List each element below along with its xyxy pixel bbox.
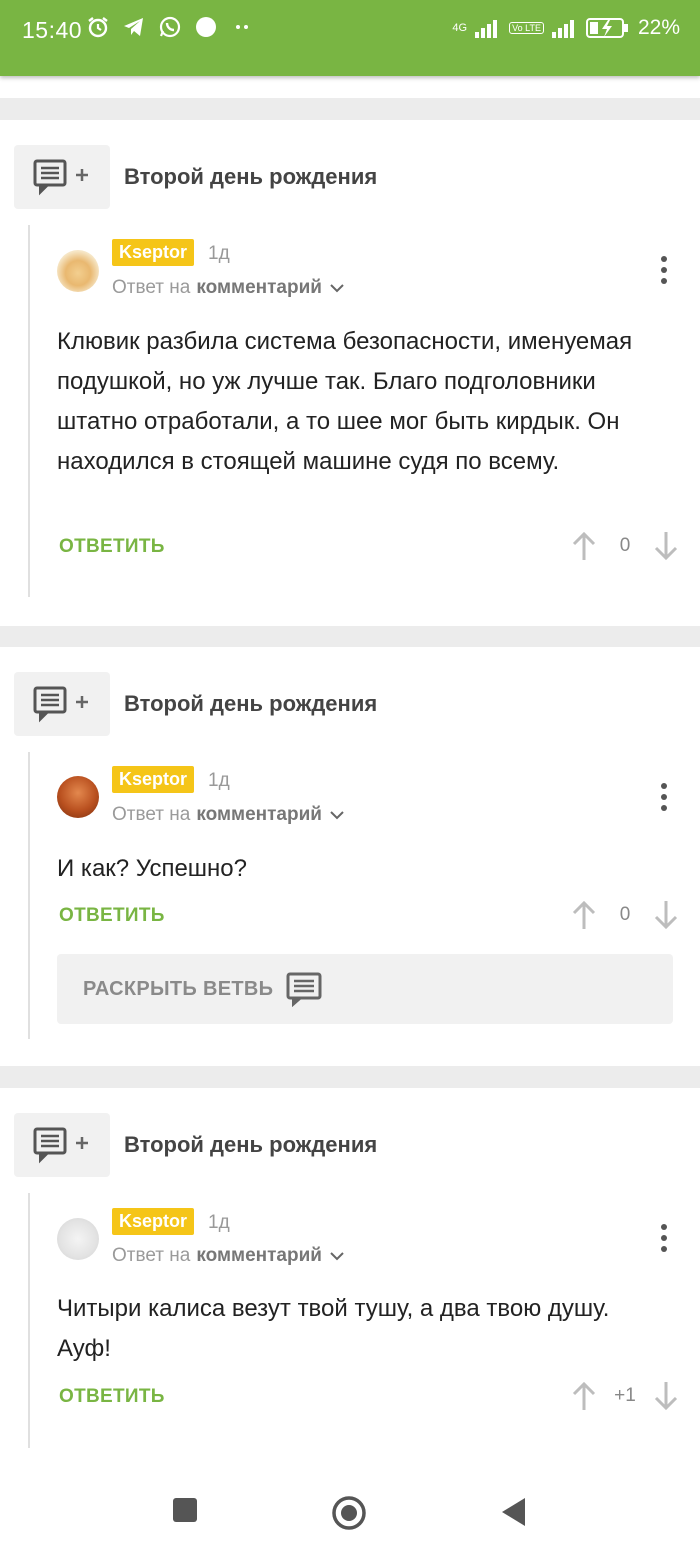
comment-time: 1д xyxy=(208,1212,230,1233)
alarm-icon xyxy=(88,17,108,38)
back-triangle-icon[interactable] xyxy=(499,1495,529,1529)
comment-card: Второй день рождения Kseptor 1д Ответ на… xyxy=(0,1088,700,1478)
vote-controls: 0 xyxy=(570,899,680,931)
signal-2-icon xyxy=(551,20,574,38)
upvote-icon[interactable] xyxy=(570,530,598,562)
previous-card-bottom xyxy=(0,76,700,98)
battery-percent: 22% xyxy=(637,16,680,39)
vote-controls: 0 xyxy=(570,530,680,562)
reply-prefix: Ответ на xyxy=(112,1245,191,1266)
comment-plus-icon xyxy=(33,1127,88,1164)
story-header[interactable]: Второй день рождения xyxy=(14,145,377,209)
thread-line xyxy=(28,1193,30,1448)
home-circle-icon[interactable] xyxy=(331,1495,367,1531)
reply-prefix: Ответ на xyxy=(112,277,191,298)
thread-line xyxy=(28,225,30,597)
reply-prefix: Ответ на xyxy=(112,804,191,825)
battery-charging-icon xyxy=(585,18,628,38)
downvote-icon[interactable] xyxy=(652,530,680,562)
reply-to[interactable]: Ответ на комментарий xyxy=(112,277,346,299)
chevron-down-icon xyxy=(330,1252,344,1261)
comment-plus-icon xyxy=(33,686,88,723)
comment-time: 1д xyxy=(208,770,230,791)
thread-line xyxy=(28,752,30,1039)
comment-card: Второй день рождения Kseptor 1д Ответ на… xyxy=(0,120,700,626)
avatar[interactable] xyxy=(57,250,99,292)
reply-link[interactable]: комментарий xyxy=(196,277,322,299)
story-header[interactable]: Второй день рождения xyxy=(14,1113,377,1177)
expand-thread-button[interactable]: РАСКРЫТЬ ВЕТВЬ xyxy=(57,954,673,1024)
status-right: 4G Vo LTE 22% xyxy=(452,16,680,40)
downvote-icon[interactable] xyxy=(652,1380,680,1412)
whatsapp-icon xyxy=(159,16,181,38)
author-badge[interactable]: Kseptor xyxy=(112,766,195,793)
author-badge[interactable]: Kseptor xyxy=(112,1208,195,1235)
story-title[interactable]: Второй день рождения xyxy=(124,691,377,717)
more-menu-icon[interactable] xyxy=(656,783,672,811)
notification-icons xyxy=(86,15,254,39)
reply-link[interactable]: комментарий xyxy=(196,1245,322,1267)
comment-text: И как? Успешно? xyxy=(57,855,247,882)
recents-square-icon[interactable] xyxy=(170,1495,200,1525)
reply-button[interactable]: ОТВЕТИТЬ xyxy=(59,536,165,558)
comment-card: Второй день рождения Kseptor 1д Ответ на… xyxy=(0,647,700,1066)
story-header[interactable]: Второй день рождения xyxy=(14,672,377,736)
avatar[interactable] xyxy=(57,1218,99,1260)
system-nav-bar xyxy=(0,1478,700,1556)
reply-to[interactable]: Ответ на комментарий xyxy=(112,804,346,826)
comment-text: Читыри калиса везут твой тушу, а два тво… xyxy=(57,1295,610,1362)
reply-link[interactable]: комментарий xyxy=(196,804,322,826)
upvote-icon[interactable] xyxy=(570,1380,598,1412)
vote-controls: +1 xyxy=(570,1380,680,1412)
expand-thread-label: РАСКРЫТЬ ВЕТВЬ xyxy=(83,977,274,1000)
chevron-down-icon xyxy=(330,284,344,293)
avatar[interactable] xyxy=(57,776,99,818)
add-comment-button[interactable] xyxy=(14,672,110,736)
volte-label: Vo LTE xyxy=(509,22,544,34)
dot-icon xyxy=(196,17,216,37)
add-comment-button[interactable] xyxy=(14,1113,110,1177)
status-time: 15:40 xyxy=(22,17,83,43)
vote-score: +1 xyxy=(614,1385,636,1406)
author-badge[interactable]: Kseptor xyxy=(112,239,195,266)
vote-score: 0 xyxy=(619,904,631,925)
story-title[interactable]: Второй день рождения xyxy=(124,1132,377,1158)
more-notifications-icon xyxy=(236,25,248,29)
vote-score: 0 xyxy=(619,535,631,556)
comment-time: 1д xyxy=(208,243,230,264)
downvote-icon[interactable] xyxy=(652,899,680,931)
signal-icon xyxy=(475,20,498,38)
reply-button[interactable]: ОТВЕТИТЬ xyxy=(59,905,165,927)
story-title[interactable]: Второй день рождения xyxy=(124,164,377,190)
reply-to[interactable]: Ответ на комментарий xyxy=(112,1245,346,1267)
chevron-down-icon xyxy=(330,811,344,820)
telegram-icon xyxy=(124,18,143,36)
comment-plus-icon xyxy=(33,159,88,196)
upvote-icon[interactable] xyxy=(570,899,598,931)
comment-icon xyxy=(286,972,322,1007)
add-comment-button[interactable] xyxy=(14,145,110,209)
reply-button[interactable]: ОТВЕТИТЬ xyxy=(59,1386,165,1408)
more-menu-icon[interactable] xyxy=(656,256,672,284)
more-menu-icon[interactable] xyxy=(656,1224,672,1252)
comment-text: Клювик разбила система безопасности, име… xyxy=(57,328,633,475)
status-bar: 15:40 4G Vo LTE 22% xyxy=(0,0,700,76)
network-4g-label: 4G xyxy=(452,22,468,34)
